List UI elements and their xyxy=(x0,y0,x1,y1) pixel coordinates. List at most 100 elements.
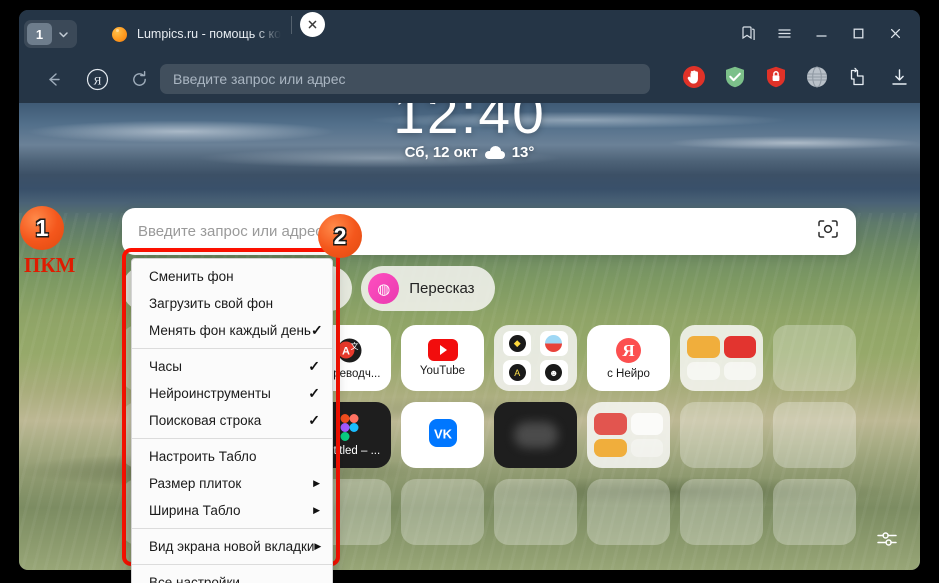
menu-item-label: Нейроинструменты xyxy=(149,386,271,401)
neuro-pill-summary[interactable]: ◍ Пересказ xyxy=(361,266,495,311)
color-swatch xyxy=(687,336,720,358)
address-bar[interactable]: Введите запрос или адрес xyxy=(160,64,650,94)
camera-search-icon[interactable] xyxy=(816,217,840,246)
color-swatch xyxy=(594,413,627,435)
folder-app-4: ☻ xyxy=(539,360,568,385)
menu-item-tile-size[interactable]: Размер плиток ▶ xyxy=(132,470,332,497)
check-icon: ✓ xyxy=(310,322,323,338)
check-icon: ✓ xyxy=(308,385,320,401)
weather-temp: 13° xyxy=(511,144,535,161)
annotation-pkm-label: ПКМ xyxy=(24,253,76,277)
address-bar-placeholder: Введите запрос или адрес xyxy=(173,71,346,87)
blurred-content xyxy=(513,422,558,448)
color-swatch xyxy=(630,439,663,457)
tile-label: YouTube xyxy=(419,365,466,377)
tile-colors-b[interactable] xyxy=(587,402,670,468)
clock-widget: 12:40 xyxy=(393,103,546,146)
svg-text:Я: Я xyxy=(622,341,634,360)
menu-item-configure-tablo[interactable]: Настроить Табло xyxy=(132,443,332,470)
color-swatch xyxy=(594,439,627,457)
tile-empty[interactable] xyxy=(680,402,763,468)
chevron-down-icon[interactable] xyxy=(52,23,74,45)
weather-widget[interactable]: Сб, 12 окт 13° xyxy=(19,144,920,161)
tile-folder[interactable]: ◆ A ☻ xyxy=(494,325,577,391)
tile-empty[interactable] xyxy=(773,325,856,391)
yandex-icon: Я xyxy=(616,337,641,363)
cloud-icon xyxy=(484,146,505,159)
app-mini-icon: ◆ xyxy=(508,335,526,352)
translate-icon: A文 xyxy=(337,338,362,362)
tile-dark-blurred[interactable] xyxy=(494,402,577,468)
tile-youtube[interactable]: YouTube xyxy=(401,325,484,391)
annotation-marker-2: 2 xyxy=(318,214,362,258)
svg-text:Я: Я xyxy=(93,73,101,87)
tile-label: с Нейро xyxy=(607,367,650,380)
tile-s-neuro[interactable]: Я с Нейро xyxy=(587,325,670,391)
color-swatch xyxy=(723,336,756,358)
menu-item-clock[interactable]: Часы ✓ xyxy=(132,353,332,380)
reload-icon[interactable] xyxy=(123,63,155,95)
menu-item-label: Менять фон каждый день xyxy=(149,323,311,338)
tile-empty[interactable] xyxy=(401,479,484,545)
navigation-bar: Я Введите запрос или адрес xyxy=(19,56,920,103)
menu-item-label: Вид экрана новой вкладки xyxy=(149,539,315,554)
chevron-right-icon: ▶ xyxy=(313,478,320,488)
tab-count-badge[interactable]: 1 xyxy=(27,23,52,45)
vk-icon: VK xyxy=(428,419,457,447)
chevron-right-icon: ▶ xyxy=(314,541,322,551)
hamburger-menu-icon[interactable] xyxy=(766,20,803,46)
menu-item-label: Поисковая строка xyxy=(149,413,262,428)
menu-item-label: Часы xyxy=(149,359,182,374)
tile-vk[interactable]: VK xyxy=(401,402,484,468)
tab-strip: 1 Lumpics.ru - помощь с ко xyxy=(19,10,920,56)
downloads-icon[interactable] xyxy=(886,64,912,90)
orange-favicon xyxy=(112,26,127,42)
svg-text:A: A xyxy=(342,345,350,357)
screenshot-root: 1 Lumpics.ru - помощь с ко Я Введите зап… xyxy=(0,0,939,583)
menu-item-change-background[interactable]: Сменить фон xyxy=(132,263,332,290)
shield-lock-icon[interactable] xyxy=(763,64,789,90)
youtube-icon xyxy=(427,339,458,361)
tile-empty[interactable] xyxy=(587,479,670,545)
yandex-logo-icon[interactable]: Я xyxy=(81,63,113,95)
figma-icon xyxy=(340,413,359,441)
collections-icon[interactable] xyxy=(729,20,766,46)
close-tab-icon[interactable] xyxy=(300,12,325,37)
folder-app-3: A xyxy=(503,360,532,385)
app-mini-icon: ☻ xyxy=(545,364,563,381)
check-icon: ✓ xyxy=(308,412,320,428)
adblock-icon[interactable] xyxy=(681,64,707,90)
maximize-icon[interactable] xyxy=(840,20,877,46)
shield-check-icon[interactable] xyxy=(722,64,748,90)
menu-item-daily-background[interactable]: Менять фон каждый день ✓ xyxy=(132,317,332,344)
sliders-settings-icon[interactable] xyxy=(874,526,900,552)
tile-empty[interactable] xyxy=(773,479,856,545)
menu-item-tablo-width[interactable]: Ширина Табло ▶ xyxy=(132,497,332,524)
menu-item-neuro-tools[interactable]: Нейроинструменты ✓ xyxy=(132,380,332,407)
menu-separator xyxy=(132,528,332,529)
check-icon: ✓ xyxy=(308,358,320,374)
extensions-puzzle-icon[interactable] xyxy=(845,64,871,90)
tile-empty[interactable] xyxy=(773,402,856,468)
menu-separator xyxy=(132,438,332,439)
weather-date: Сб, 12 окт xyxy=(404,144,478,161)
menu-item-upload-background[interactable]: Загрузить свой фон xyxy=(132,290,332,317)
menu-item-all-settings[interactable]: Все настройки xyxy=(132,569,332,583)
menu-item-newtab-view[interactable]: Вид экрана новой вкладки ▶ xyxy=(132,533,332,560)
folder-app-1: ◆ xyxy=(503,331,532,356)
menu-item-search-bar[interactable]: Поисковая строка ✓ xyxy=(132,407,332,434)
menu-item-label: Настроить Табло xyxy=(149,449,257,464)
minimize-icon[interactable] xyxy=(803,20,840,46)
close-window-icon[interactable] xyxy=(877,20,914,46)
context-menu: Сменить фон Загрузить свой фон Менять фо… xyxy=(131,258,333,583)
tile-empty[interactable] xyxy=(494,479,577,545)
globe-icon[interactable] xyxy=(804,64,830,90)
summary-icon: ◍ xyxy=(368,273,400,304)
extension-icons xyxy=(681,64,912,90)
svg-text:文: 文 xyxy=(351,341,359,351)
back-arrow-icon[interactable] xyxy=(37,63,69,95)
tile-colors-a[interactable] xyxy=(680,325,763,391)
tab-counter-group[interactable]: 1 xyxy=(24,20,77,48)
tab-title: Lumpics.ru - помощь с ко xyxy=(137,27,282,41)
tile-empty[interactable] xyxy=(680,479,763,545)
